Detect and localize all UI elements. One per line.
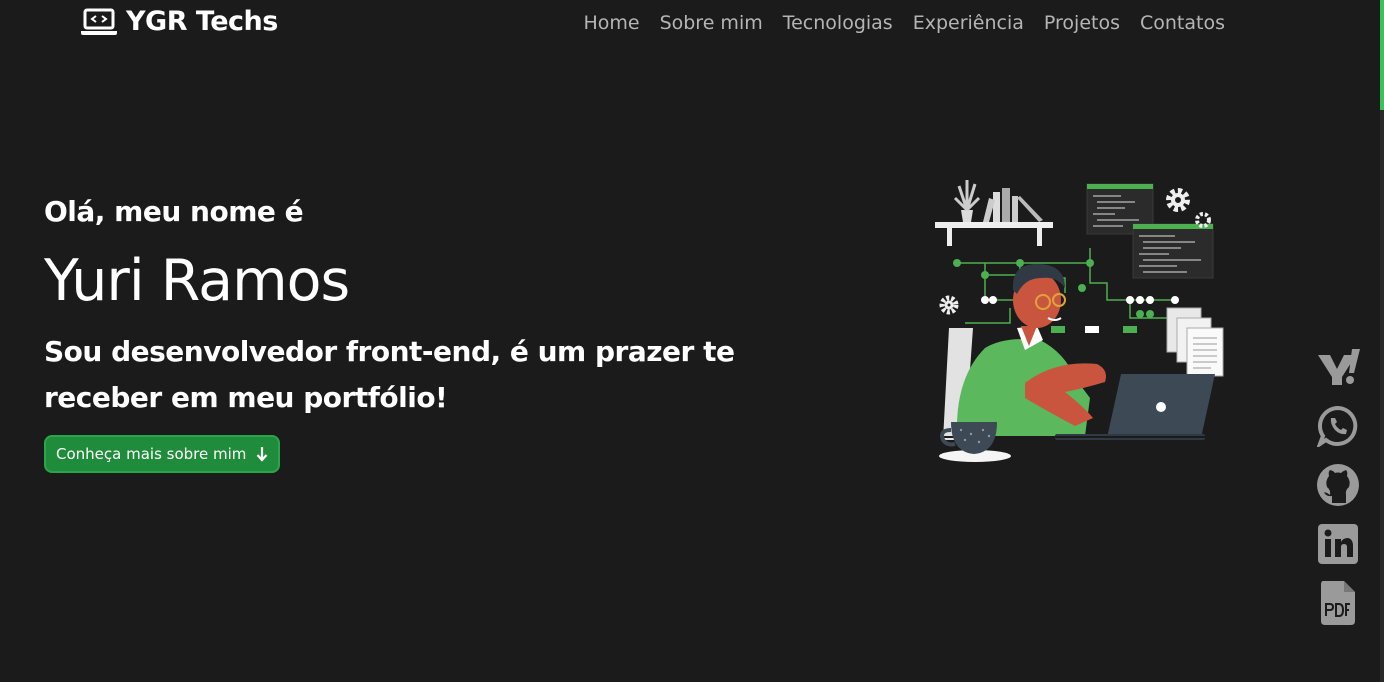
hero-name: Yuri Ramos [44,248,350,314]
linkedin-link[interactable] [1316,522,1360,566]
developer-illustration [935,180,1227,462]
shelf-icon [935,180,1053,246]
nav-home[interactable]: Home [583,12,639,34]
yahoo-link[interactable] [1316,345,1360,389]
main-nav: Home Sobre mim Tecnologias Experiência P… [583,12,1225,34]
about-me-button[interactable]: Conheça mais sobre mim [44,434,281,473]
hero-tagline-line-2: receber em meu portfólio! [44,380,448,414]
code-window-icon [1086,183,1214,279]
arrow-down-icon [257,446,268,462]
yahoo-icon [1318,349,1360,385]
brand-name: YGR Techs [126,6,278,37]
nav-contatos[interactable]: Contatos [1140,12,1225,34]
hero-greeting: Olá, meu nome é [44,195,304,228]
social-links [1316,345,1360,625]
hero-tagline-line-1: Sou desenvolvedor front-end, é um prazer… [44,334,735,368]
nav-projetos[interactable]: Projetos [1044,12,1120,34]
resume-pdf-link[interactable] [1316,581,1360,625]
page-scrollbar[interactable] [1380,0,1384,682]
brand-logo[interactable]: YGR Techs [80,6,278,37]
pdf-file-icon [1321,581,1355,625]
scrollbar-thumb[interactable] [1380,0,1384,110]
whatsapp-link[interactable] [1316,404,1360,448]
laptop-code-icon [81,8,117,35]
github-link[interactable] [1316,463,1360,507]
about-me-button-label: Conheça mais sobre mim [56,444,247,463]
github-icon [1317,464,1359,506]
nav-experiencia[interactable]: Experiência [913,12,1024,34]
navbar: YGR Techs Home Sobre mim Tecnologias Exp… [0,0,1380,48]
nav-tecnologias[interactable]: Tecnologias [783,12,893,34]
linkedin-icon [1318,524,1358,564]
nav-sobre-mim[interactable]: Sobre mim [660,12,763,34]
hero-tagline: Sou desenvolvedor front-end, é um prazer… [44,329,764,421]
whatsapp-icon [1317,405,1358,447]
hero-section: Olá, meu nome é Yuri Ramos Sou desenvolv… [44,195,764,473]
documents-icon [1166,307,1224,377]
